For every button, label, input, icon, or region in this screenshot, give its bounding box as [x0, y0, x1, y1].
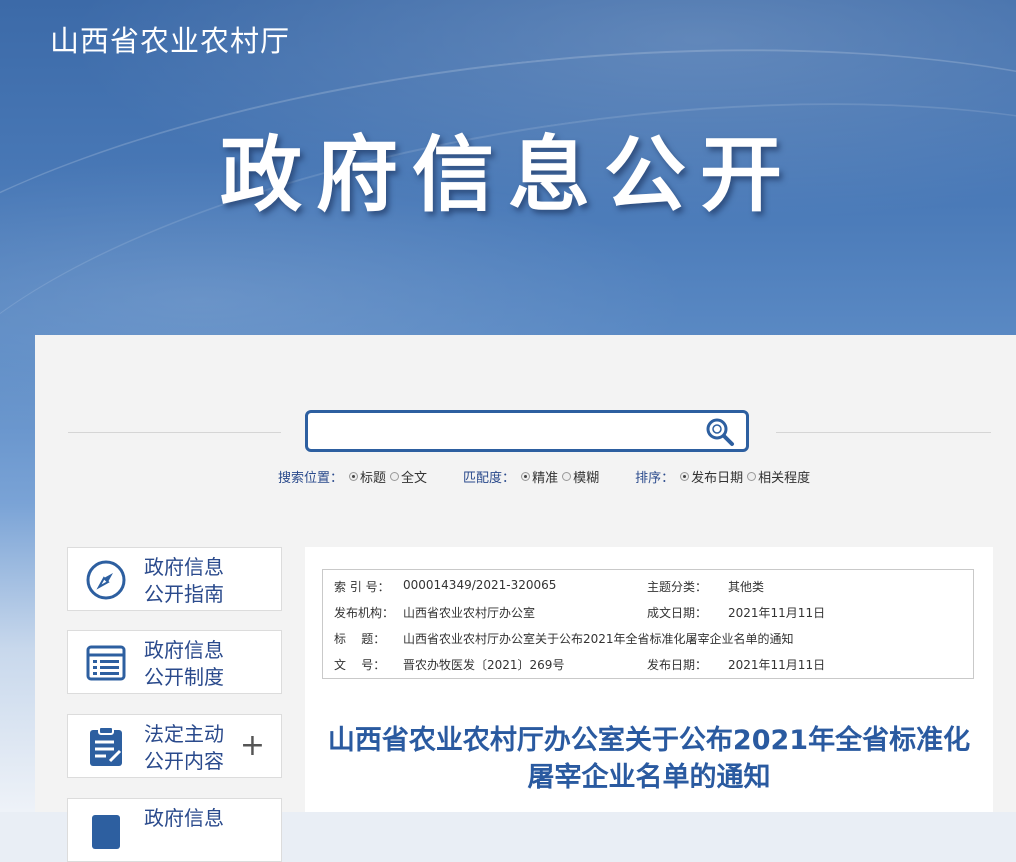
sidebar-item-label: 政府信息	[144, 805, 244, 832]
sidebar-item-statutory[interactable]: 法定主动 公开内容 +	[67, 714, 282, 778]
meta-key: 标 题：	[334, 632, 386, 646]
sort-date-radio[interactable]	[680, 471, 690, 481]
meta-key: 索 引 号：	[334, 580, 390, 594]
document-title-line1: 山西省农业农村厅办公室关于公布2021年全省标准化	[327, 725, 971, 756]
search-icon	[706, 418, 734, 446]
scope-fulltext-radio[interactable]	[390, 471, 400, 481]
document-title-line2: 屠宰企业名单的通知	[527, 762, 771, 793]
divider-right	[776, 432, 991, 433]
meta-value: 山西省农业农村厅办公室关于公布2021年全省标准化屠宰企业名单的通知	[403, 632, 794, 646]
sort-relevance-radio[interactable]	[747, 471, 757, 481]
metadata-row: 标 题： 山西省农业农村厅办公室关于公布2021年全省标准化屠宰企业名单的通知	[323, 624, 973, 650]
sidebar-item-label: 政府信息 公开制度	[144, 637, 244, 691]
sidebar-item-more[interactable]: 政府信息	[67, 798, 282, 862]
match-exact-radio[interactable]	[521, 471, 531, 481]
divider-left	[68, 432, 281, 433]
sidebar-item-line1: 法定主动	[144, 722, 224, 746]
list-icon	[84, 641, 128, 685]
meta-key: 成文日期：	[647, 606, 708, 620]
metadata-row: 发布机构： 山西省农业农村厅办公室 成文日期： 2021年11月11日	[323, 598, 973, 624]
scope-title-label[interactable]: 标题	[360, 467, 386, 486]
clipboard-icon	[84, 725, 128, 769]
sidebar-item-guide[interactable]: 政府信息 公开指南	[67, 547, 282, 611]
match-fuzzy-radio[interactable]	[562, 471, 572, 481]
sidebar-item-label: 政府信息 公开指南	[144, 554, 244, 608]
compass-icon	[84, 558, 128, 602]
match-label: 匹配度：	[463, 470, 516, 486]
search-button[interactable]	[704, 417, 738, 447]
meta-value: 晋农办牧医发〔2021〕269号	[403, 658, 565, 672]
sidebar-item-line2: 公开制度	[144, 665, 224, 689]
metadata-row: 文 号： 晋农办牧医发〔2021〕269号 发布日期： 2021年11月11日	[323, 650, 973, 676]
sidebar-item-line1: 政府信息	[144, 638, 224, 662]
search-options: 搜索位置： 标题 全文 匹配度： 精准 模糊 排序： 发布日期 相关程度	[278, 466, 846, 486]
metadata-row: 索 引 号： 000014349/2021-320065 主题分类： 其他类	[323, 572, 973, 598]
sidebar-item-label: 法定主动 公开内容	[144, 721, 244, 775]
sidebar-item-line2: 公开指南	[144, 582, 224, 606]
document-icon	[84, 809, 128, 853]
sort-date-label[interactable]: 发布日期	[691, 467, 743, 486]
scope-title-radio[interactable]	[349, 471, 359, 481]
search-scope-group: 搜索位置： 标题 全文	[278, 466, 429, 486]
match-exact-label[interactable]: 精准	[532, 467, 558, 486]
document-title: 山西省农业农村厅办公室关于公布2021年全省标准化 屠宰企业名单的通知	[305, 722, 993, 796]
meta-key: 文 号：	[334, 658, 386, 672]
metadata-table: 索 引 号： 000014349/2021-320065 主题分类： 其他类 发…	[322, 569, 974, 679]
sidebar-item-line1: 政府信息	[144, 555, 224, 579]
page-hero-title: 政府信息公开	[219, 128, 796, 223]
meta-value: 其他类	[728, 580, 765, 594]
org-name[interactable]: 山西省农业农村厅	[50, 18, 290, 60]
match-fuzzy-label[interactable]: 模糊	[573, 467, 599, 486]
expand-plus-icon[interactable]: +	[240, 731, 265, 761]
meta-value: 山西省农业农村厅办公室	[403, 606, 536, 620]
sort-label: 排序：	[635, 470, 675, 486]
sort-group: 排序： 发布日期 相关程度	[635, 466, 812, 486]
meta-key: 主题分类：	[647, 580, 708, 594]
meta-value: 000014349/2021-320065	[403, 578, 557, 592]
sidebar-item-system[interactable]: 政府信息 公开制度	[67, 630, 282, 694]
sidebar-item-line1: 政府信息	[144, 806, 224, 830]
meta-key: 发布日期：	[647, 658, 708, 672]
sort-relevance-label[interactable]: 相关程度	[758, 467, 810, 486]
meta-value: 2021年11月11日	[728, 606, 826, 620]
search-box[interactable]	[305, 410, 749, 452]
sidebar-item-line2: 公开内容	[144, 749, 224, 773]
search-scope-label: 搜索位置：	[278, 470, 344, 486]
meta-key: 发布机构：	[334, 606, 395, 620]
meta-value: 2021年11月11日	[728, 658, 826, 672]
scope-fulltext-label[interactable]: 全文	[401, 467, 427, 486]
match-group: 匹配度： 精准 模糊	[463, 466, 601, 486]
